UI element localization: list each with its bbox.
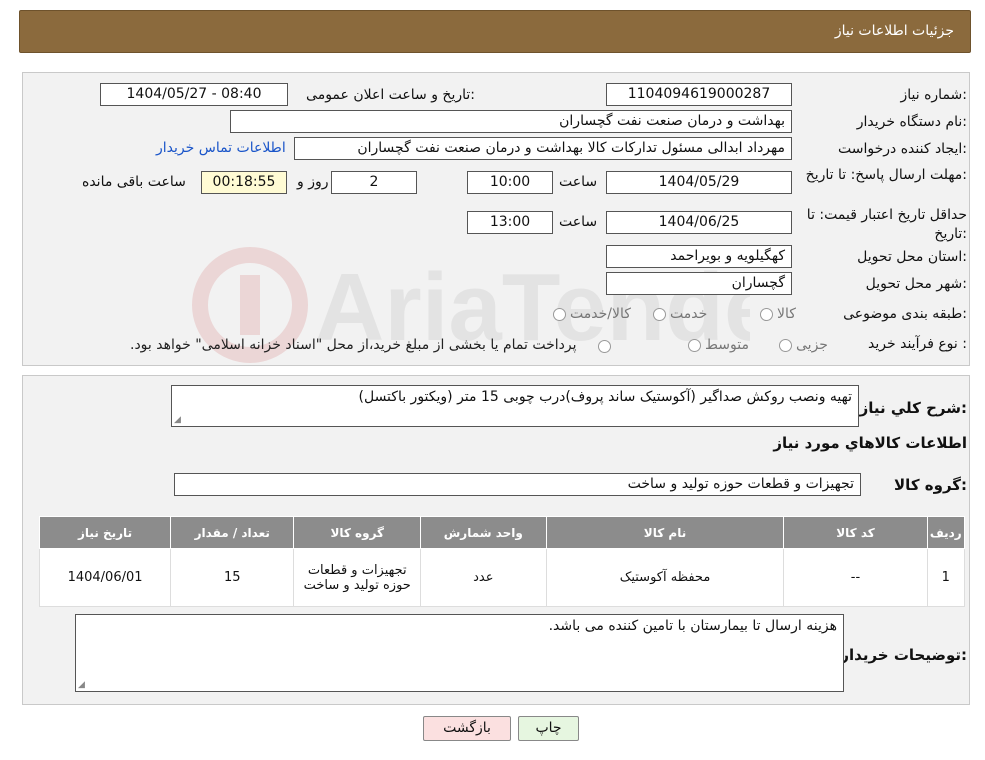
- summary-text: تهیه ونصب روکش صداگیر (آکوستیک ساند پروف…: [358, 389, 853, 405]
- col-code-header: کد کالا: [783, 516, 928, 549]
- cell-qty: 15: [170, 548, 295, 607]
- province-label: استان محل تحویل:: [857, 249, 967, 265]
- announce-label: تاریخ و ساعت اعلان عمومی:: [306, 87, 475, 103]
- creator-label: ایجاد کننده درخواست:: [838, 141, 967, 157]
- announce-field: 1404/05/27 - 08:40: [100, 83, 288, 106]
- col-name-header: نام کالا: [545, 516, 785, 549]
- goods-group-field: تجهیزات و قطعات حوزه تولید و ساخت: [174, 473, 861, 496]
- radio-circle[interactable]: [760, 307, 773, 321]
- days-label: روز و: [297, 174, 329, 190]
- summary-label: شرح کلي نياز:: [859, 399, 967, 417]
- category-radio-goods-service[interactable]: کالا/خدمت: [553, 306, 631, 322]
- process-label: نوع فرآیند خرید :: [868, 336, 967, 352]
- radio-circle[interactable]: [653, 307, 666, 321]
- resize-grip-icon[interactable]: ◢: [174, 415, 181, 425]
- city-field: گچساران: [606, 272, 792, 295]
- city-label: شهر محل تحویل:: [865, 276, 967, 292]
- process-note-checkbox[interactable]: [598, 340, 611, 353]
- cell-name: محفظه آکوستیک: [545, 548, 785, 607]
- buyer-notes-textarea[interactable]: هزینه ارسال تا بیمارستان با تامین کننده …: [75, 614, 844, 692]
- need-number-field: 1104094619000287: [606, 83, 792, 106]
- remaining-label: ساعت باقی مانده: [82, 174, 186, 190]
- deadline-time-field: 10:00: [467, 171, 553, 194]
- back-button[interactable]: بازگشت: [423, 716, 511, 741]
- remaining-time-field: 00:18:55: [201, 171, 287, 194]
- radio-circle[interactable]: [553, 307, 566, 321]
- radio-circle[interactable]: [779, 338, 792, 352]
- validity-time-field: 13:00: [467, 211, 553, 234]
- page-header: جزئیات اطلاعات نیاز: [19, 10, 971, 53]
- table-row: 1 -- محفظه آکوستیک عدد تجهیزات و قطعات ح…: [38, 548, 966, 607]
- days-field: 2: [331, 171, 417, 194]
- buyer-notes-label: توضیحات خریدار:: [840, 646, 967, 664]
- goods-table: رديف کد کالا نام کالا واحد شمارش گروه کا…: [38, 516, 966, 607]
- validity-label: حداقل تاریخ اعتبار قیمت: تا تاریخ:: [806, 207, 967, 242]
- radio-label: کالا/خدمت: [570, 306, 631, 322]
- radio-circle[interactable]: [688, 338, 701, 352]
- cell-group: تجهیزات و قطعات حوزه تولید و ساخت: [293, 548, 422, 607]
- creator-field: مهرداد ابدالی مسئول تدارکات کالا بهداشت …: [294, 137, 792, 160]
- col-date-header: تاريخ نياز: [38, 516, 172, 549]
- validity-date-field: 1404/06/25: [606, 211, 792, 234]
- buyer-notes-text: هزینه ارسال تا بیمارستان با تامین کننده …: [548, 618, 837, 634]
- radio-label: متوسط: [705, 337, 749, 353]
- table-header-row: رديف کد کالا نام کالا واحد شمارش گروه کا…: [38, 516, 966, 549]
- process-radio-minor[interactable]: جزیی: [779, 337, 828, 353]
- col-unit-header: واحد شمارش: [420, 516, 547, 549]
- print-button[interactable]: چاپ: [518, 716, 579, 741]
- category-label: طبقه بندی موضوعی:: [843, 306, 967, 322]
- col-row-header: رديف: [926, 516, 966, 549]
- col-group-header: گروه کالا: [293, 516, 422, 549]
- radio-label: خدمت: [670, 306, 708, 322]
- col-qty-header: تعداد / مقدار: [170, 516, 295, 549]
- need-number-label: شماره نیاز:: [900, 87, 967, 103]
- summary-textarea[interactable]: تهیه ونصب روکش صداگیر (آکوستیک ساند پروف…: [171, 385, 859, 427]
- goods-info-title: اطلاعات کالاهاي مورد نياز: [773, 434, 967, 452]
- province-field: کهگیلویه و بویراحمد: [606, 245, 792, 268]
- resize-grip-icon[interactable]: ◢: [78, 680, 85, 690]
- cell-unit: عدد: [420, 548, 547, 607]
- radio-label: جزیی: [796, 337, 828, 353]
- buyer-label: نام دستگاه خریدار:: [856, 114, 967, 130]
- cell-code: --: [783, 548, 928, 607]
- deadline-time-label: ساعت: [559, 174, 598, 190]
- goods-group-label: گروه کالا:: [894, 476, 967, 494]
- cell-row: 1: [926, 548, 966, 607]
- process-radio-medium[interactable]: متوسط: [688, 337, 749, 353]
- process-note: پرداخت تمام یا بخشی از مبلغ خرید،از محل …: [130, 337, 577, 353]
- deadline-label: مهلت ارسال پاسخ: تا تاریخ:: [805, 167, 967, 183]
- validity-time-label: ساعت: [559, 214, 598, 230]
- page-title: جزئیات اطلاعات نیاز: [834, 23, 954, 39]
- radio-label: کالا: [777, 306, 796, 322]
- category-radio-goods[interactable]: کالا: [760, 306, 796, 322]
- category-radio-service[interactable]: خدمت: [653, 306, 707, 322]
- buyer-field: بهداشت و درمان صنعت نفت گچساران: [230, 110, 792, 133]
- cell-date: 1404/06/01: [38, 548, 172, 607]
- deadline-date-field: 1404/05/29: [606, 171, 792, 194]
- buyer-contact-link[interactable]: اطلاعات تماس خریدار: [156, 140, 286, 156]
